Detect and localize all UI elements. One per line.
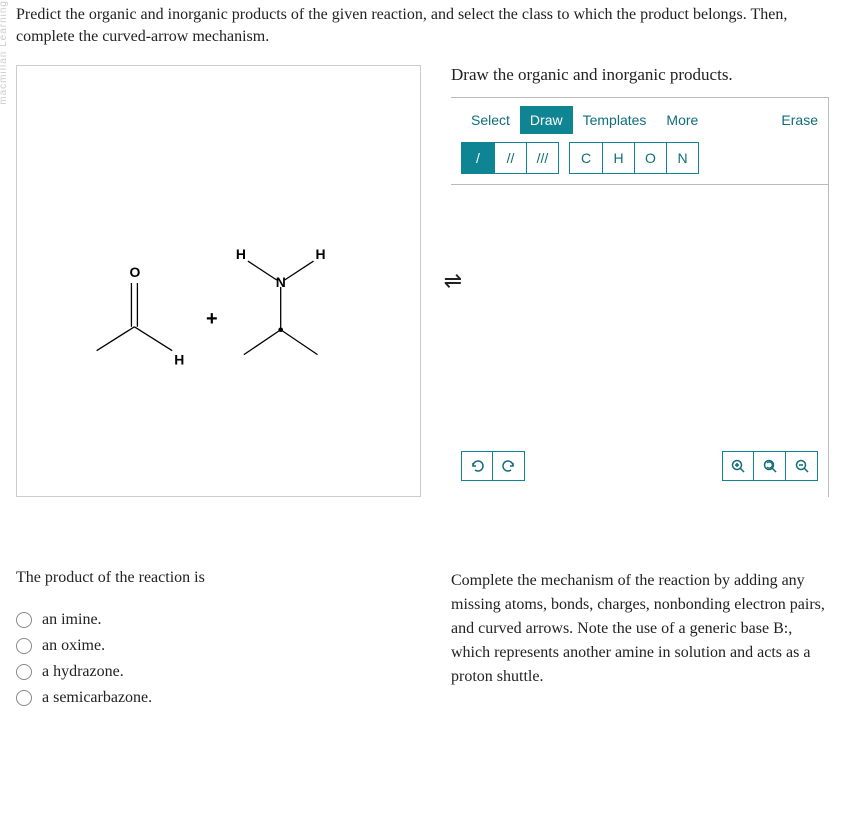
redo-icon bbox=[501, 458, 517, 474]
reaction-structure: O H + bbox=[17, 66, 420, 496]
drawing-canvas[interactable] bbox=[451, 185, 828, 445]
svg-text:O: O bbox=[129, 264, 140, 280]
option-oxime[interactable]: an oxime. bbox=[16, 637, 421, 655]
option-semicarbazone[interactable]: a semicarbazone. bbox=[16, 689, 421, 707]
atom-c-tool[interactable]: C bbox=[570, 143, 602, 173]
redo-button[interactable] bbox=[493, 451, 525, 481]
radio-circle-icon[interactable] bbox=[16, 690, 32, 706]
erase-button[interactable]: Erase bbox=[781, 112, 818, 128]
drawer-tabs: Select Draw Templates More Erase bbox=[461, 106, 818, 134]
radio-circle-icon[interactable] bbox=[16, 638, 32, 654]
svg-text:N: N bbox=[276, 274, 286, 290]
mechanism-instruction: Complete the mechanism of the reaction b… bbox=[451, 569, 829, 689]
zoom-in-button[interactable] bbox=[722, 451, 754, 481]
watermark-text: macmillan Learning bbox=[0, 0, 9, 105]
plus-sign: + bbox=[206, 308, 218, 330]
zoom-out-button[interactable] bbox=[786, 451, 818, 481]
radio-circle-icon[interactable] bbox=[16, 612, 32, 628]
svg-text:H: H bbox=[236, 246, 246, 262]
option-imine[interactable]: an imine. bbox=[16, 611, 421, 629]
question-title: The product of the reaction is bbox=[16, 569, 421, 587]
atom-h-tool[interactable]: H bbox=[602, 143, 634, 173]
atom-n-tool[interactable]: N bbox=[666, 143, 698, 173]
bond-tool-group: / // /// bbox=[461, 142, 559, 174]
triple-bond-tool[interactable]: /// bbox=[526, 143, 558, 173]
option-label: an oxime. bbox=[42, 637, 105, 655]
zoom-reset-button[interactable] bbox=[754, 451, 786, 481]
undo-button[interactable] bbox=[461, 451, 493, 481]
tab-select[interactable]: Select bbox=[461, 106, 520, 134]
option-hydrazone[interactable]: a hydrazone. bbox=[16, 663, 421, 681]
question-instruction: Predict the organic and inorganic produc… bbox=[16, 4, 829, 49]
equilibrium-arrow: ⇌ bbox=[444, 268, 462, 294]
reaction-display: O H + bbox=[16, 65, 421, 497]
undo-icon bbox=[469, 458, 485, 474]
option-label: a hydrazone. bbox=[42, 663, 124, 681]
option-label: an imine. bbox=[42, 611, 102, 629]
zoom-in-icon bbox=[730, 458, 746, 474]
svg-text:H: H bbox=[174, 351, 184, 367]
atom-tool-group: C H O N bbox=[569, 142, 699, 174]
drawer-title: Draw the organic and inorganic products. bbox=[451, 65, 829, 85]
product-class-question: The product of the reaction is an imine.… bbox=[16, 569, 421, 715]
atom-o-tool[interactable]: O bbox=[634, 143, 666, 173]
double-bond-tool[interactable]: // bbox=[494, 143, 526, 173]
radio-circle-icon[interactable] bbox=[16, 664, 32, 680]
zoom-reset-icon bbox=[762, 458, 778, 474]
tab-draw[interactable]: Draw bbox=[520, 106, 573, 134]
tab-more[interactable]: More bbox=[656, 106, 708, 134]
svg-text:H: H bbox=[316, 246, 326, 262]
option-label: a semicarbazone. bbox=[42, 689, 152, 707]
zoom-out-icon bbox=[794, 458, 810, 474]
structure-drawer-panel: Draw the organic and inorganic products.… bbox=[451, 65, 829, 497]
single-bond-tool[interactable]: / bbox=[462, 143, 494, 173]
tab-templates[interactable]: Templates bbox=[573, 106, 657, 134]
